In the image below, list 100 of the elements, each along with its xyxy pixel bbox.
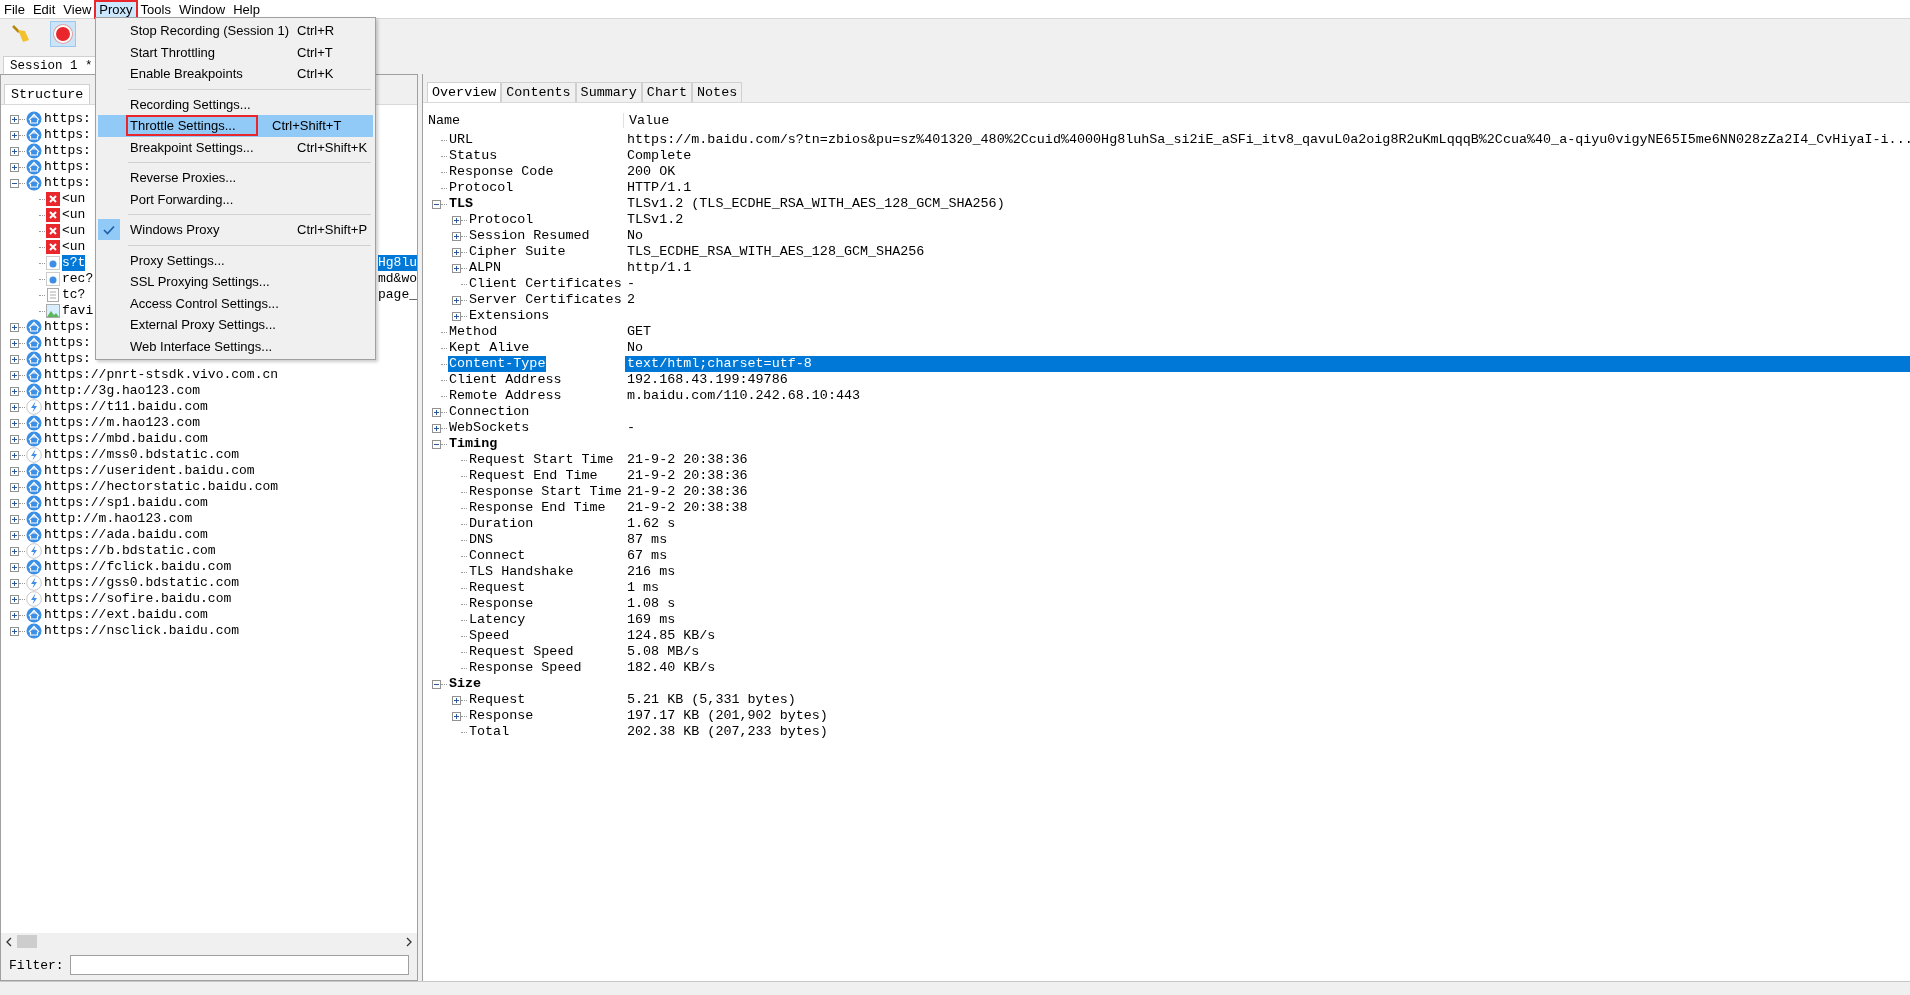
menu-item[interactable]: Windows Proxy Ctrl+Shift+P: [98, 219, 373, 241]
property-name[interactable]: Size: [448, 676, 483, 692]
minus-box-icon[interactable]: [9, 178, 19, 188]
menu-item[interactable]: Web Interface Settings...: [98, 335, 373, 357]
detail-tab[interactable]: Overview: [427, 82, 502, 102]
tree-item[interactable]: https:: [44, 175, 91, 191]
tree-item[interactable]: https://sofire.baidu.com: [44, 591, 232, 607]
detail-tab[interactable]: Summary: [575, 82, 642, 102]
property-name[interactable]: Response End Time: [468, 500, 607, 516]
tree-item[interactable]: https:: [44, 351, 91, 367]
scroll-right-icon[interactable]: [405, 936, 413, 947]
property-name[interactable]: Response: [468, 596, 535, 612]
detail-tab[interactable]: Chart: [641, 82, 693, 102]
menu-item[interactable]: Enable Breakpoints Ctrl+K: [98, 63, 373, 85]
plus-box-icon[interactable]: [9, 338, 19, 348]
menu-item[interactable]: Access Control Settings...: [98, 292, 373, 314]
menu-item[interactable]: Edit: [28, 0, 60, 18]
property-name[interactable]: WebSockets: [448, 420, 531, 436]
plus-box-icon[interactable]: [9, 546, 19, 556]
plus-box-icon[interactable]: [9, 450, 19, 460]
tree-item[interactable]: rec?: [62, 271, 94, 287]
scroll-left-icon[interactable]: [5, 936, 13, 947]
tree-item[interactable]: http://m.hao123.com: [44, 511, 193, 527]
property-name[interactable]: Cipher Suite: [468, 244, 567, 260]
property-name[interactable]: DNS: [468, 532, 495, 548]
tree-item[interactable]: https:: [44, 159, 91, 175]
plus-box-icon[interactable]: [9, 466, 19, 476]
plus-box-icon[interactable]: [451, 311, 461, 321]
tree-item[interactable]: https://fclick.baidu.com: [44, 559, 232, 575]
plus-box-icon[interactable]: [9, 594, 19, 604]
plus-box-icon[interactable]: [9, 402, 19, 412]
menu-item[interactable]: Start Throttling Ctrl+T: [98, 41, 373, 63]
detail-tab[interactable]: Contents: [501, 82, 576, 102]
broom-icon[interactable]: [10, 23, 32, 45]
plus-box-icon[interactable]: [451, 711, 461, 721]
plus-box-icon[interactable]: [451, 695, 461, 705]
plus-box-icon[interactable]: [9, 498, 19, 508]
property-name[interactable]: TLS Handshake: [468, 564, 575, 580]
menu-item[interactable]: Stop Recording (Session 1) Ctrl+R: [98, 20, 373, 42]
property-name[interactable]: Protocol: [448, 180, 515, 196]
menu-item[interactable]: External Proxy Settings...: [98, 314, 373, 336]
menu-item[interactable]: Breakpoint Settings... Ctrl+Shift+K: [98, 136, 373, 158]
property-name[interactable]: ALPN: [468, 260, 503, 276]
menu-item[interactable]: Proxy Settings...: [98, 249, 373, 271]
property-name[interactable]: Method: [448, 324, 499, 340]
property-name[interactable]: Connection: [448, 404, 531, 420]
plus-box-icon[interactable]: [9, 578, 19, 588]
minus-box-icon[interactable]: [431, 679, 441, 689]
plus-box-icon[interactable]: [9, 610, 19, 620]
property-name[interactable]: URL: [448, 132, 475, 148]
plus-box-icon[interactable]: [9, 434, 19, 444]
property-name[interactable]: Request Start Time: [468, 452, 615, 468]
plus-box-icon[interactable]: [9, 354, 19, 364]
tree-item[interactable]: s?t: [62, 255, 86, 271]
menu-item[interactable]: File: [0, 0, 29, 18]
scroll-thumb[interactable]: [17, 935, 37, 948]
property-name[interactable]: Speed: [468, 628, 511, 644]
property-name[interactable]: Response: [468, 708, 535, 724]
plus-box-icon[interactable]: [9, 386, 19, 396]
property-name[interactable]: Content-Type: [448, 356, 547, 372]
plus-box-icon[interactable]: [9, 562, 19, 572]
tree-item[interactable]: https://pnrt-stsdk.vivo.com.cn: [44, 367, 279, 383]
tree-item[interactable]: https:: [44, 319, 91, 335]
plus-box-icon[interactable]: [9, 114, 19, 124]
plus-box-icon[interactable]: [9, 514, 19, 524]
property-name[interactable]: Response Speed: [468, 660, 583, 676]
tree-item[interactable]: https://b.bdstatic.com: [44, 543, 216, 559]
tree-item[interactable]: https://ext.baidu.com: [44, 607, 208, 623]
menu-item[interactable]: Window: [174, 0, 230, 18]
property-name[interactable]: Request Speed: [468, 644, 575, 660]
property-name[interactable]: Client Certificates: [468, 276, 623, 292]
plus-box-icon[interactable]: [9, 370, 19, 380]
tree-item[interactable]: http://3g.hao123.com: [44, 383, 201, 399]
plus-box-icon[interactable]: [451, 263, 461, 273]
property-name[interactable]: Timing: [448, 436, 499, 452]
tree-item[interactable]: https:: [44, 143, 91, 159]
tree-item[interactable]: <un: [62, 207, 86, 223]
property-name[interactable]: Response Code: [448, 164, 555, 180]
horizontal-scrollbar[interactable]: [1, 933, 417, 950]
property-name[interactable]: Session Resumed: [468, 228, 591, 244]
property-name[interactable]: Duration: [468, 516, 535, 532]
minus-box-icon[interactable]: [431, 439, 441, 449]
property-name[interactable]: Extensions: [468, 308, 551, 324]
column-header[interactable]: Value: [624, 112, 670, 128]
tree-item[interactable]: https://mbd.baidu.com: [44, 431, 208, 447]
plus-box-icon[interactable]: [9, 530, 19, 540]
minus-box-icon[interactable]: [431, 199, 441, 209]
column-header[interactable]: Name: [423, 112, 624, 128]
plus-box-icon[interactable]: [9, 322, 19, 332]
plus-box-icon[interactable]: [9, 162, 19, 172]
property-name[interactable]: Kept Alive: [448, 340, 531, 356]
property-name[interactable]: Response Start Time: [468, 484, 623, 500]
property-name[interactable]: Client Address: [448, 372, 563, 388]
tree-item[interactable]: https:: [44, 335, 91, 351]
property-name[interactable]: Status: [448, 148, 499, 164]
menu-item[interactable]: View: [59, 0, 96, 18]
filter-field[interactable]: [69, 955, 409, 975]
menu-item[interactable]: Help: [229, 0, 264, 18]
tree-item[interactable]: https://ada.baidu.com: [44, 527, 208, 543]
property-name[interactable]: TLS: [448, 196, 475, 212]
